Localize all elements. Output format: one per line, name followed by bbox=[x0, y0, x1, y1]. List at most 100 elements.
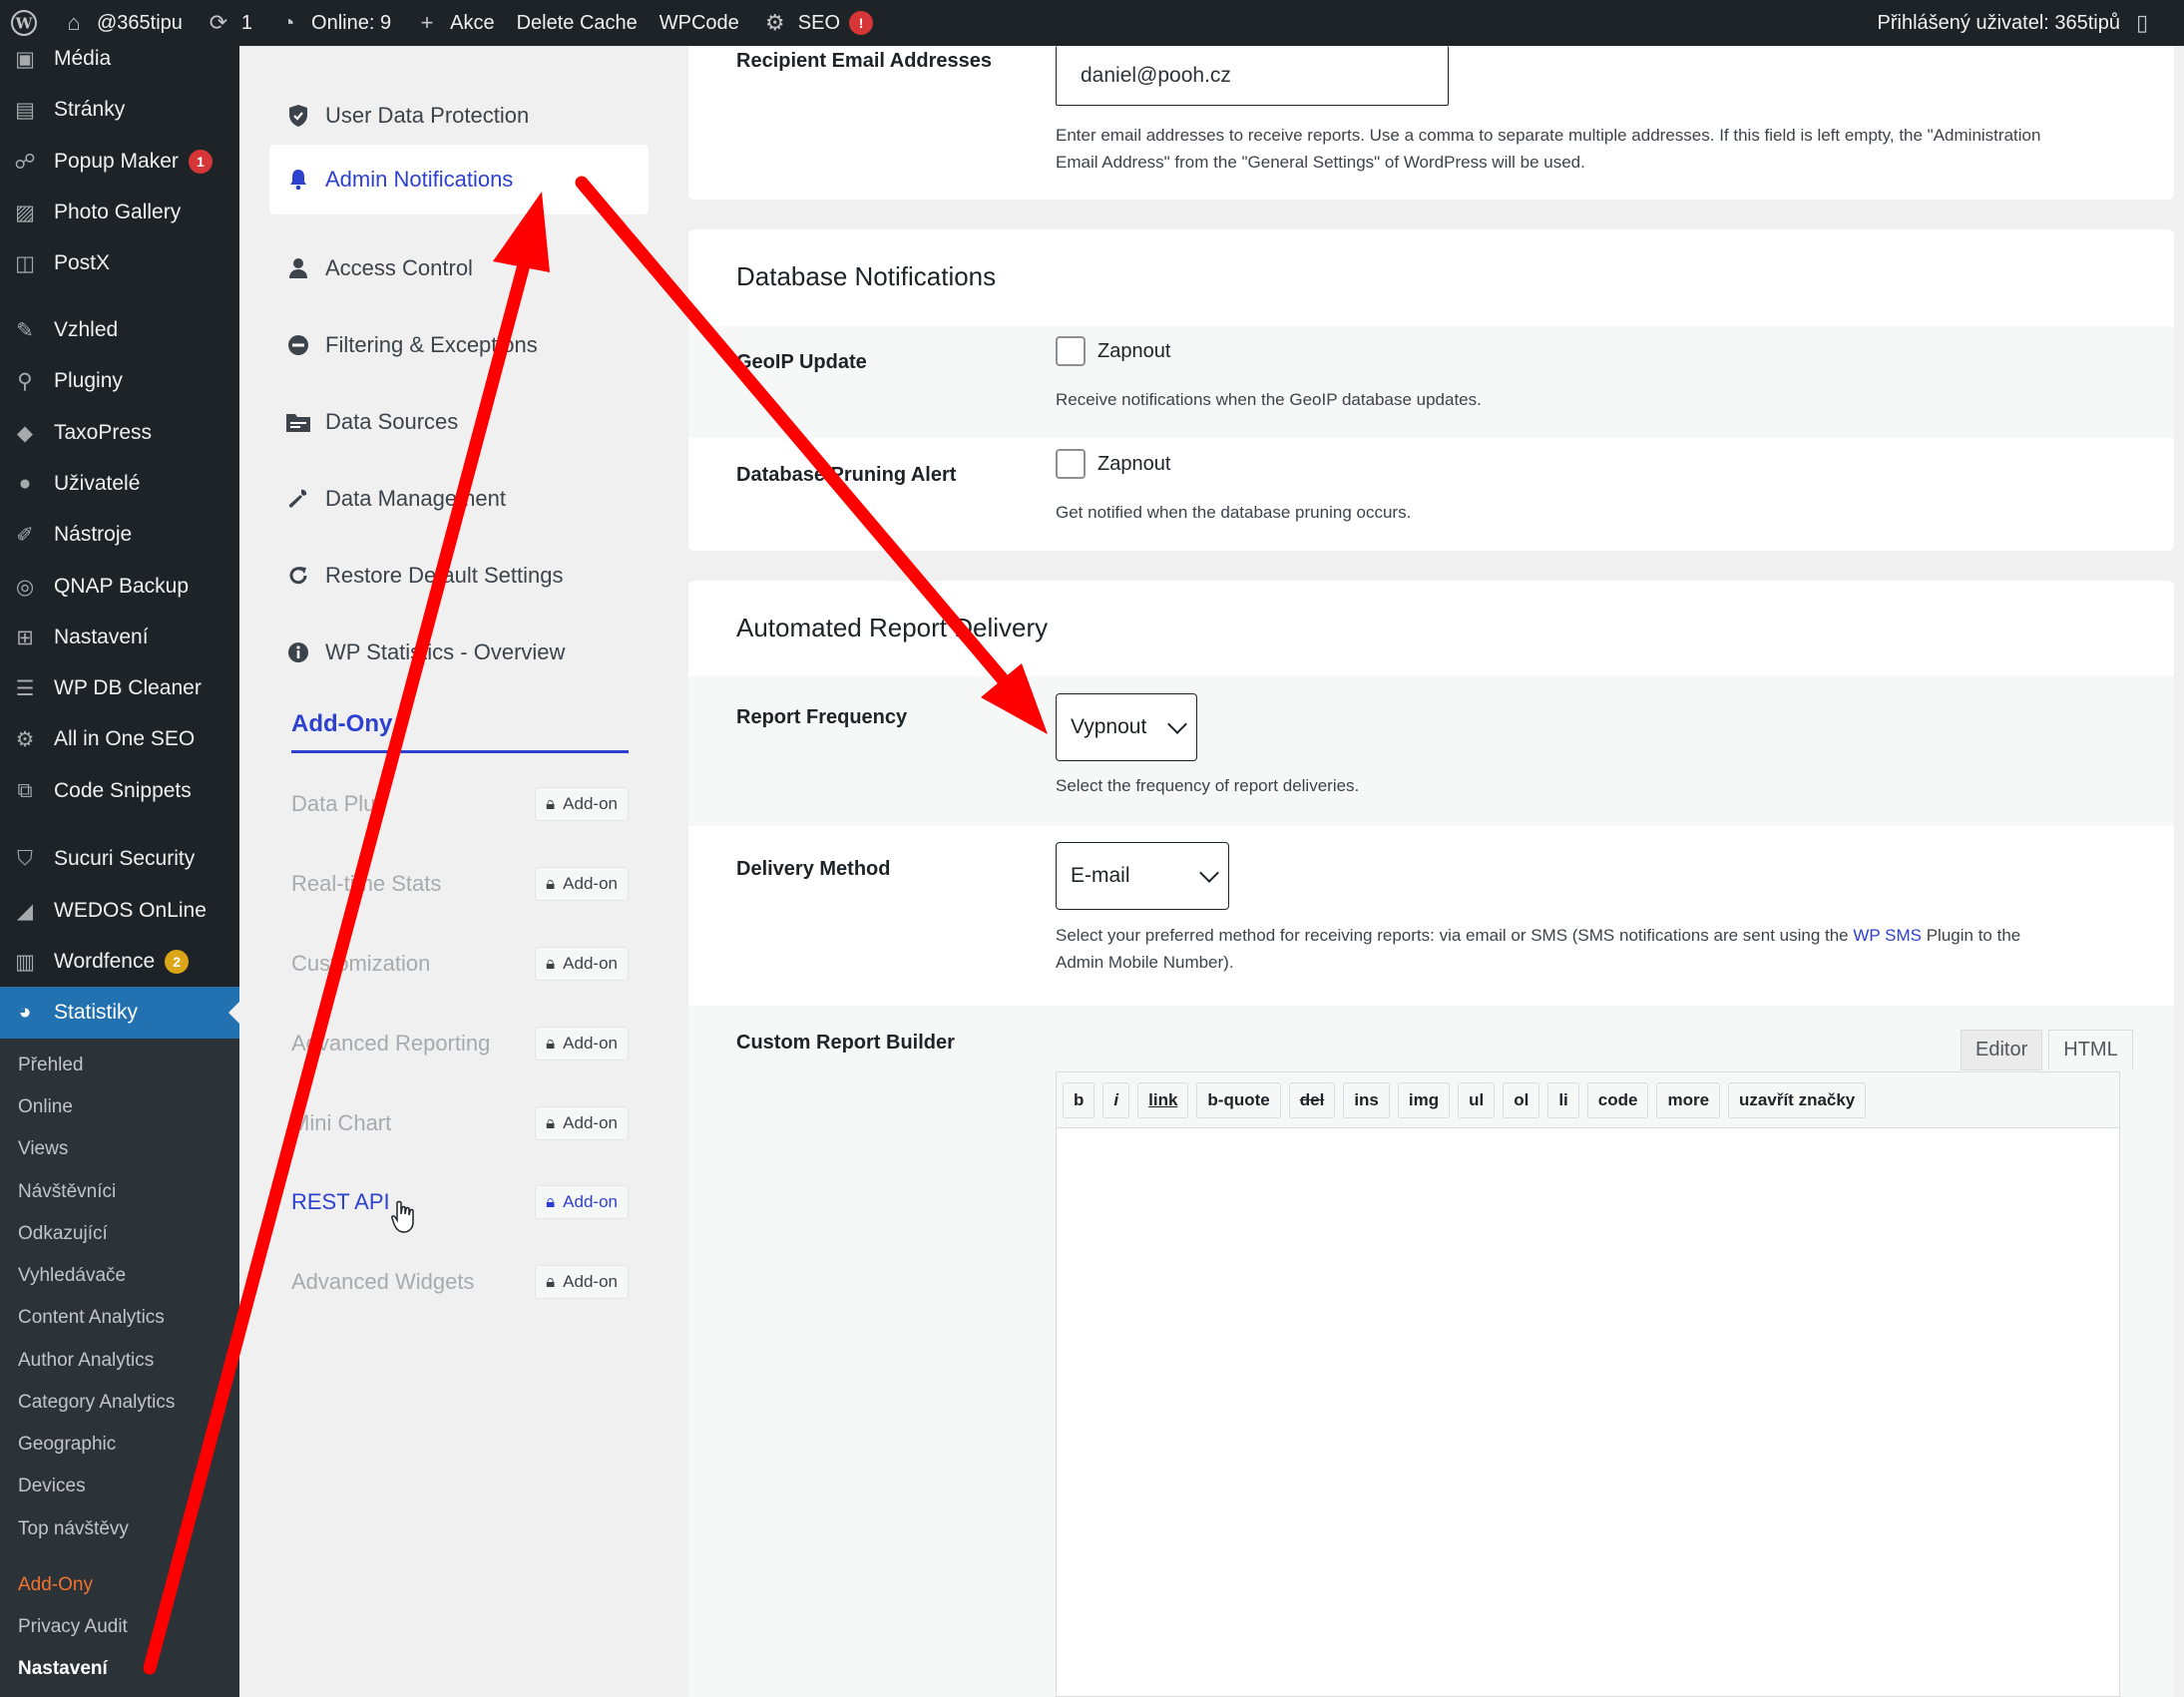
menu-item-users[interactable]: ● Uživatelé bbox=[0, 462, 239, 506]
qt-bold-button[interactable]: b bbox=[1063, 1081, 1095, 1118]
menu-item-code-snippets[interactable]: ⧉ Code Snippets bbox=[0, 769, 239, 813]
nav-admin-notifications[interactable]: Admin Notifications bbox=[269, 145, 649, 214]
nav-data-sources[interactable]: Data Sources bbox=[269, 387, 649, 457]
menu-item-pages[interactable]: ▤ Stránky bbox=[0, 88, 239, 132]
submenu-item[interactable]: Views bbox=[18, 1131, 68, 1167]
addon-row[interactable]: Advanced Reporting 🔒︎ Add-on bbox=[291, 1024, 629, 1063]
menu-item-photo-gallery[interactable]: ▨ Photo Gallery bbox=[0, 191, 239, 234]
menu-item-wedos[interactable]: ◢ WEDOS OnLine bbox=[0, 889, 239, 933]
submenu-item-addons[interactable]: Add-Ony bbox=[18, 1567, 93, 1603]
gallery-icon: ▨ bbox=[15, 201, 35, 224]
geoip-checkbox[interactable]: Zapnout bbox=[1056, 336, 1170, 366]
submenu-item[interactable]: Přehled bbox=[18, 1048, 84, 1083]
menu-item-qnap-backup[interactable]: ◎ QNAP Backup bbox=[0, 565, 239, 609]
menu-item-popup-maker[interactable]: ☍ Popup Maker 1 bbox=[0, 140, 239, 184]
submenu-item[interactable]: Návštěvníci bbox=[18, 1174, 116, 1210]
addon-row[interactable]: Data Plus 🔒︎ Add-on bbox=[291, 784, 629, 824]
addon-badge[interactable]: 🔒︎ Add-on bbox=[535, 1185, 629, 1219]
nav-access-control[interactable]: Access Control bbox=[269, 233, 649, 303]
submenu-item[interactable]: Geographic bbox=[18, 1427, 116, 1463]
new-content-item[interactable]: + Akce bbox=[413, 9, 495, 37]
addon-row-rest-api[interactable]: REST API 🔒︎ Add-on bbox=[291, 1182, 629, 1222]
lock-icon: 🔒︎ bbox=[546, 1113, 556, 1132]
addon-row[interactable]: Advanced Widgets 🔒︎ Add-on bbox=[291, 1262, 629, 1302]
wp-sms-link[interactable]: WP SMS bbox=[1853, 926, 1922, 945]
delete-cache-item[interactable]: Delete Cache bbox=[517, 12, 638, 35]
qt-italic-button[interactable]: i bbox=[1102, 1081, 1130, 1118]
addon-badge[interactable]: 🔒︎ Add-on bbox=[535, 947, 629, 981]
menu-label: Code Snippets bbox=[54, 779, 192, 802]
submenu-item[interactable]: Odkazující bbox=[18, 1216, 108, 1252]
submenu-item[interactable]: Devices bbox=[18, 1469, 86, 1504]
qt-code-button[interactable]: code bbox=[1586, 1081, 1649, 1118]
addon-badge[interactable]: 🔒︎ Add-on bbox=[535, 1027, 629, 1061]
site-name-item[interactable]: ⌂ @365tipu bbox=[60, 9, 183, 37]
nav-overview[interactable]: WP Statistics - Overview bbox=[269, 618, 649, 687]
addon-badge[interactable]: 🔒︎ Add-on bbox=[535, 787, 629, 821]
submenu-item[interactable]: Top návštěvy bbox=[18, 1511, 129, 1547]
menu-label: Vzhled bbox=[54, 318, 119, 341]
qt-link-button[interactable]: link bbox=[1137, 1081, 1189, 1118]
menu-item-wp-db-cleaner[interactable]: ☰ WP DB Cleaner bbox=[0, 666, 239, 710]
recipient-email-input[interactable]: daniel@pooh.cz bbox=[1056, 46, 1449, 106]
nav-filtering-exceptions[interactable]: Filtering & Exceptions bbox=[269, 310, 649, 380]
menu-item-wordfence[interactable]: ▥ Wordfence 2 bbox=[0, 940, 239, 984]
submenu-item-current[interactable]: Nastavení bbox=[18, 1651, 108, 1687]
user-icon bbox=[285, 255, 311, 281]
addon-row[interactable]: Mini Chart 🔒︎ Add-on bbox=[291, 1103, 629, 1143]
menu-item-taxopress[interactable]: ◆ TaxoPress bbox=[0, 411, 239, 455]
qt-li-button[interactable]: li bbox=[1547, 1081, 1579, 1118]
checkbox-box[interactable] bbox=[1056, 336, 1086, 366]
hand-cursor-icon bbox=[391, 1200, 414, 1233]
wpcode-item[interactable]: WPCode bbox=[659, 12, 739, 35]
addon-badge[interactable]: 🔒︎ Add-on bbox=[535, 867, 629, 901]
menu-item-appearance[interactable]: ✎ Vzhled bbox=[0, 308, 239, 352]
recipient-card: Recipient Email Addresses daniel@pooh.cz… bbox=[688, 46, 2174, 200]
tab-editor[interactable]: Editor bbox=[1961, 1030, 2043, 1070]
updates-item[interactable]: ⟳ 1 bbox=[205, 9, 252, 37]
submenu-item[interactable]: Privacy Audit bbox=[18, 1609, 128, 1645]
qt-del-button[interactable]: del bbox=[1288, 1081, 1336, 1118]
qt-img-button[interactable]: img bbox=[1397, 1081, 1451, 1118]
submenu-item[interactable]: Content Analytics bbox=[18, 1300, 165, 1336]
home-icon: ⌂ bbox=[67, 10, 81, 35]
submenu-item[interactable]: Vyhledávače bbox=[18, 1258, 126, 1294]
addon-badge[interactable]: 🔒︎ Add-on bbox=[535, 1265, 629, 1299]
menu-item-aioseo[interactable]: ⚙ All in One SEO bbox=[0, 717, 239, 761]
nav-data-management[interactable]: Data Management bbox=[269, 464, 649, 534]
qt-more-button[interactable]: more bbox=[1656, 1081, 1721, 1118]
qt-blockquote-button[interactable]: b-quote bbox=[1196, 1081, 1281, 1118]
pruning-checkbox[interactable]: Zapnout bbox=[1056, 449, 1170, 479]
menu-item-statistiky[interactable]: ◕ Statistiky bbox=[0, 987, 239, 1039]
menu-item-tools[interactable]: ✐ Nástroje bbox=[0, 513, 239, 557]
addon-badge[interactable]: 🔒︎ Add-on bbox=[535, 1106, 629, 1140]
menu-label: Nastavení bbox=[54, 626, 149, 648]
addon-row[interactable]: Customization 🔒︎ Add-on bbox=[291, 944, 629, 984]
qt-ul-button[interactable]: ul bbox=[1458, 1081, 1496, 1118]
checkbox-box[interactable] bbox=[1056, 449, 1086, 479]
menu-item-sucuri[interactable]: ⛉ Sucuri Security bbox=[0, 837, 239, 881]
menu-item-postx[interactable]: ◫ PostX bbox=[0, 241, 239, 285]
seo-item[interactable]: ⚙ SEO! bbox=[761, 9, 874, 37]
submenu-item[interactable]: Online bbox=[18, 1089, 73, 1125]
submenu-item[interactable]: Category Analytics bbox=[18, 1385, 175, 1421]
delivery-method-select[interactable]: E-mail bbox=[1056, 842, 1229, 910]
menu-item-media[interactable]: ▣ Média bbox=[0, 46, 239, 72]
menu-item-settings[interactable]: ⊞ Nastavení bbox=[0, 616, 239, 659]
account-item[interactable]: Přihlášený uživatel: 365tipů ▯ bbox=[1878, 0, 2156, 46]
addons-heading[interactable]: Add-Ony bbox=[291, 710, 629, 753]
qt-close-tags-button[interactable]: uzavřít značky bbox=[1728, 1081, 1867, 1118]
wp-logo-item[interactable]: W bbox=[10, 9, 38, 37]
settings-nav: User Data Protection Admin Notifications… bbox=[239, 46, 678, 1697]
nav-user-data-protection[interactable]: User Data Protection bbox=[269, 81, 649, 151]
addon-row[interactable]: Real-time Stats 🔒︎ Add-on bbox=[291, 864, 629, 904]
online-item[interactable]: ◔ Online: 9 bbox=[274, 9, 391, 37]
qt-ins-button[interactable]: ins bbox=[1343, 1081, 1390, 1118]
qt-ol-button[interactable]: ol bbox=[1503, 1081, 1540, 1118]
menu-item-plugins[interactable]: ⚲ Pluginy bbox=[0, 359, 239, 403]
frequency-select[interactable]: Vypnout bbox=[1056, 693, 1197, 761]
nav-restore-defaults[interactable]: Restore Default Settings bbox=[269, 541, 649, 611]
submenu-item[interactable]: Author Analytics bbox=[18, 1343, 154, 1379]
tab-html[interactable]: HTML bbox=[2048, 1030, 2133, 1070]
report-textarea[interactable] bbox=[1057, 1129, 2119, 1696]
